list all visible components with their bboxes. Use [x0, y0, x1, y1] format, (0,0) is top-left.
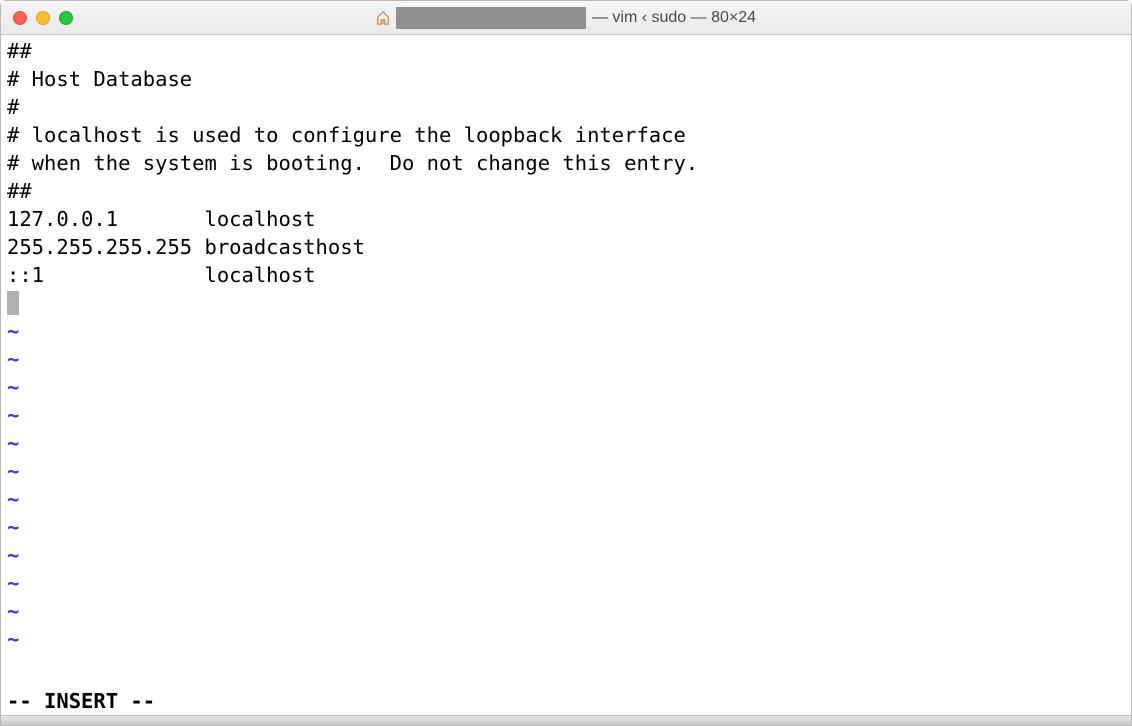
- close-button[interactable]: [13, 11, 27, 25]
- file-line: ::1 localhost: [7, 261, 1125, 289]
- vim-empty-line: ~: [7, 401, 1125, 429]
- title-text: — vim ‹ sudo — 80×24: [592, 9, 756, 27]
- vim-status-line: -- INSERT --: [1, 687, 1131, 715]
- file-line: 127.0.0.1 localhost: [7, 205, 1125, 233]
- terminal-content[interactable]: ### Host Database## localhost is used to…: [1, 35, 1131, 687]
- vim-empty-line: ~: [7, 513, 1125, 541]
- vim-empty-line: ~: [7, 317, 1125, 345]
- window-bottom-edge: [1, 715, 1131, 725]
- vim-empty-line: ~: [7, 625, 1125, 653]
- vim-empty-line: ~: [7, 597, 1125, 625]
- cursor-line: [7, 289, 1125, 317]
- vim-empty-line: ~: [7, 541, 1125, 569]
- file-line: ##: [7, 37, 1125, 65]
- vim-empty-line: ~: [7, 457, 1125, 485]
- vim-empty-line: ~: [7, 345, 1125, 373]
- file-line: # Host Database: [7, 65, 1125, 93]
- vim-empty-line: ~: [7, 429, 1125, 457]
- vim-empty-line: ~: [7, 373, 1125, 401]
- vim-empty-line: ~: [7, 485, 1125, 513]
- file-line: #: [7, 93, 1125, 121]
- file-line: # when the system is booting. Do not cha…: [7, 149, 1125, 177]
- titlebar: — vim ‹ sudo — 80×24: [1, 1, 1131, 35]
- redacted-path: [396, 7, 586, 29]
- cursor: [7, 291, 19, 315]
- zoom-button[interactable]: [59, 11, 73, 25]
- file-line: # localhost is used to configure the loo…: [7, 121, 1125, 149]
- window-title: — vim ‹ sudo — 80×24: [1, 7, 1131, 29]
- file-line: 255.255.255.255 broadcasthost: [7, 233, 1125, 261]
- home-icon: [376, 11, 390, 25]
- minimize-button[interactable]: [36, 11, 50, 25]
- terminal-window: — vim ‹ sudo — 80×24 ### Host Database##…: [0, 0, 1132, 726]
- vim-empty-line: ~: [7, 569, 1125, 597]
- file-line: ##: [7, 177, 1125, 205]
- window-controls: [13, 11, 73, 25]
